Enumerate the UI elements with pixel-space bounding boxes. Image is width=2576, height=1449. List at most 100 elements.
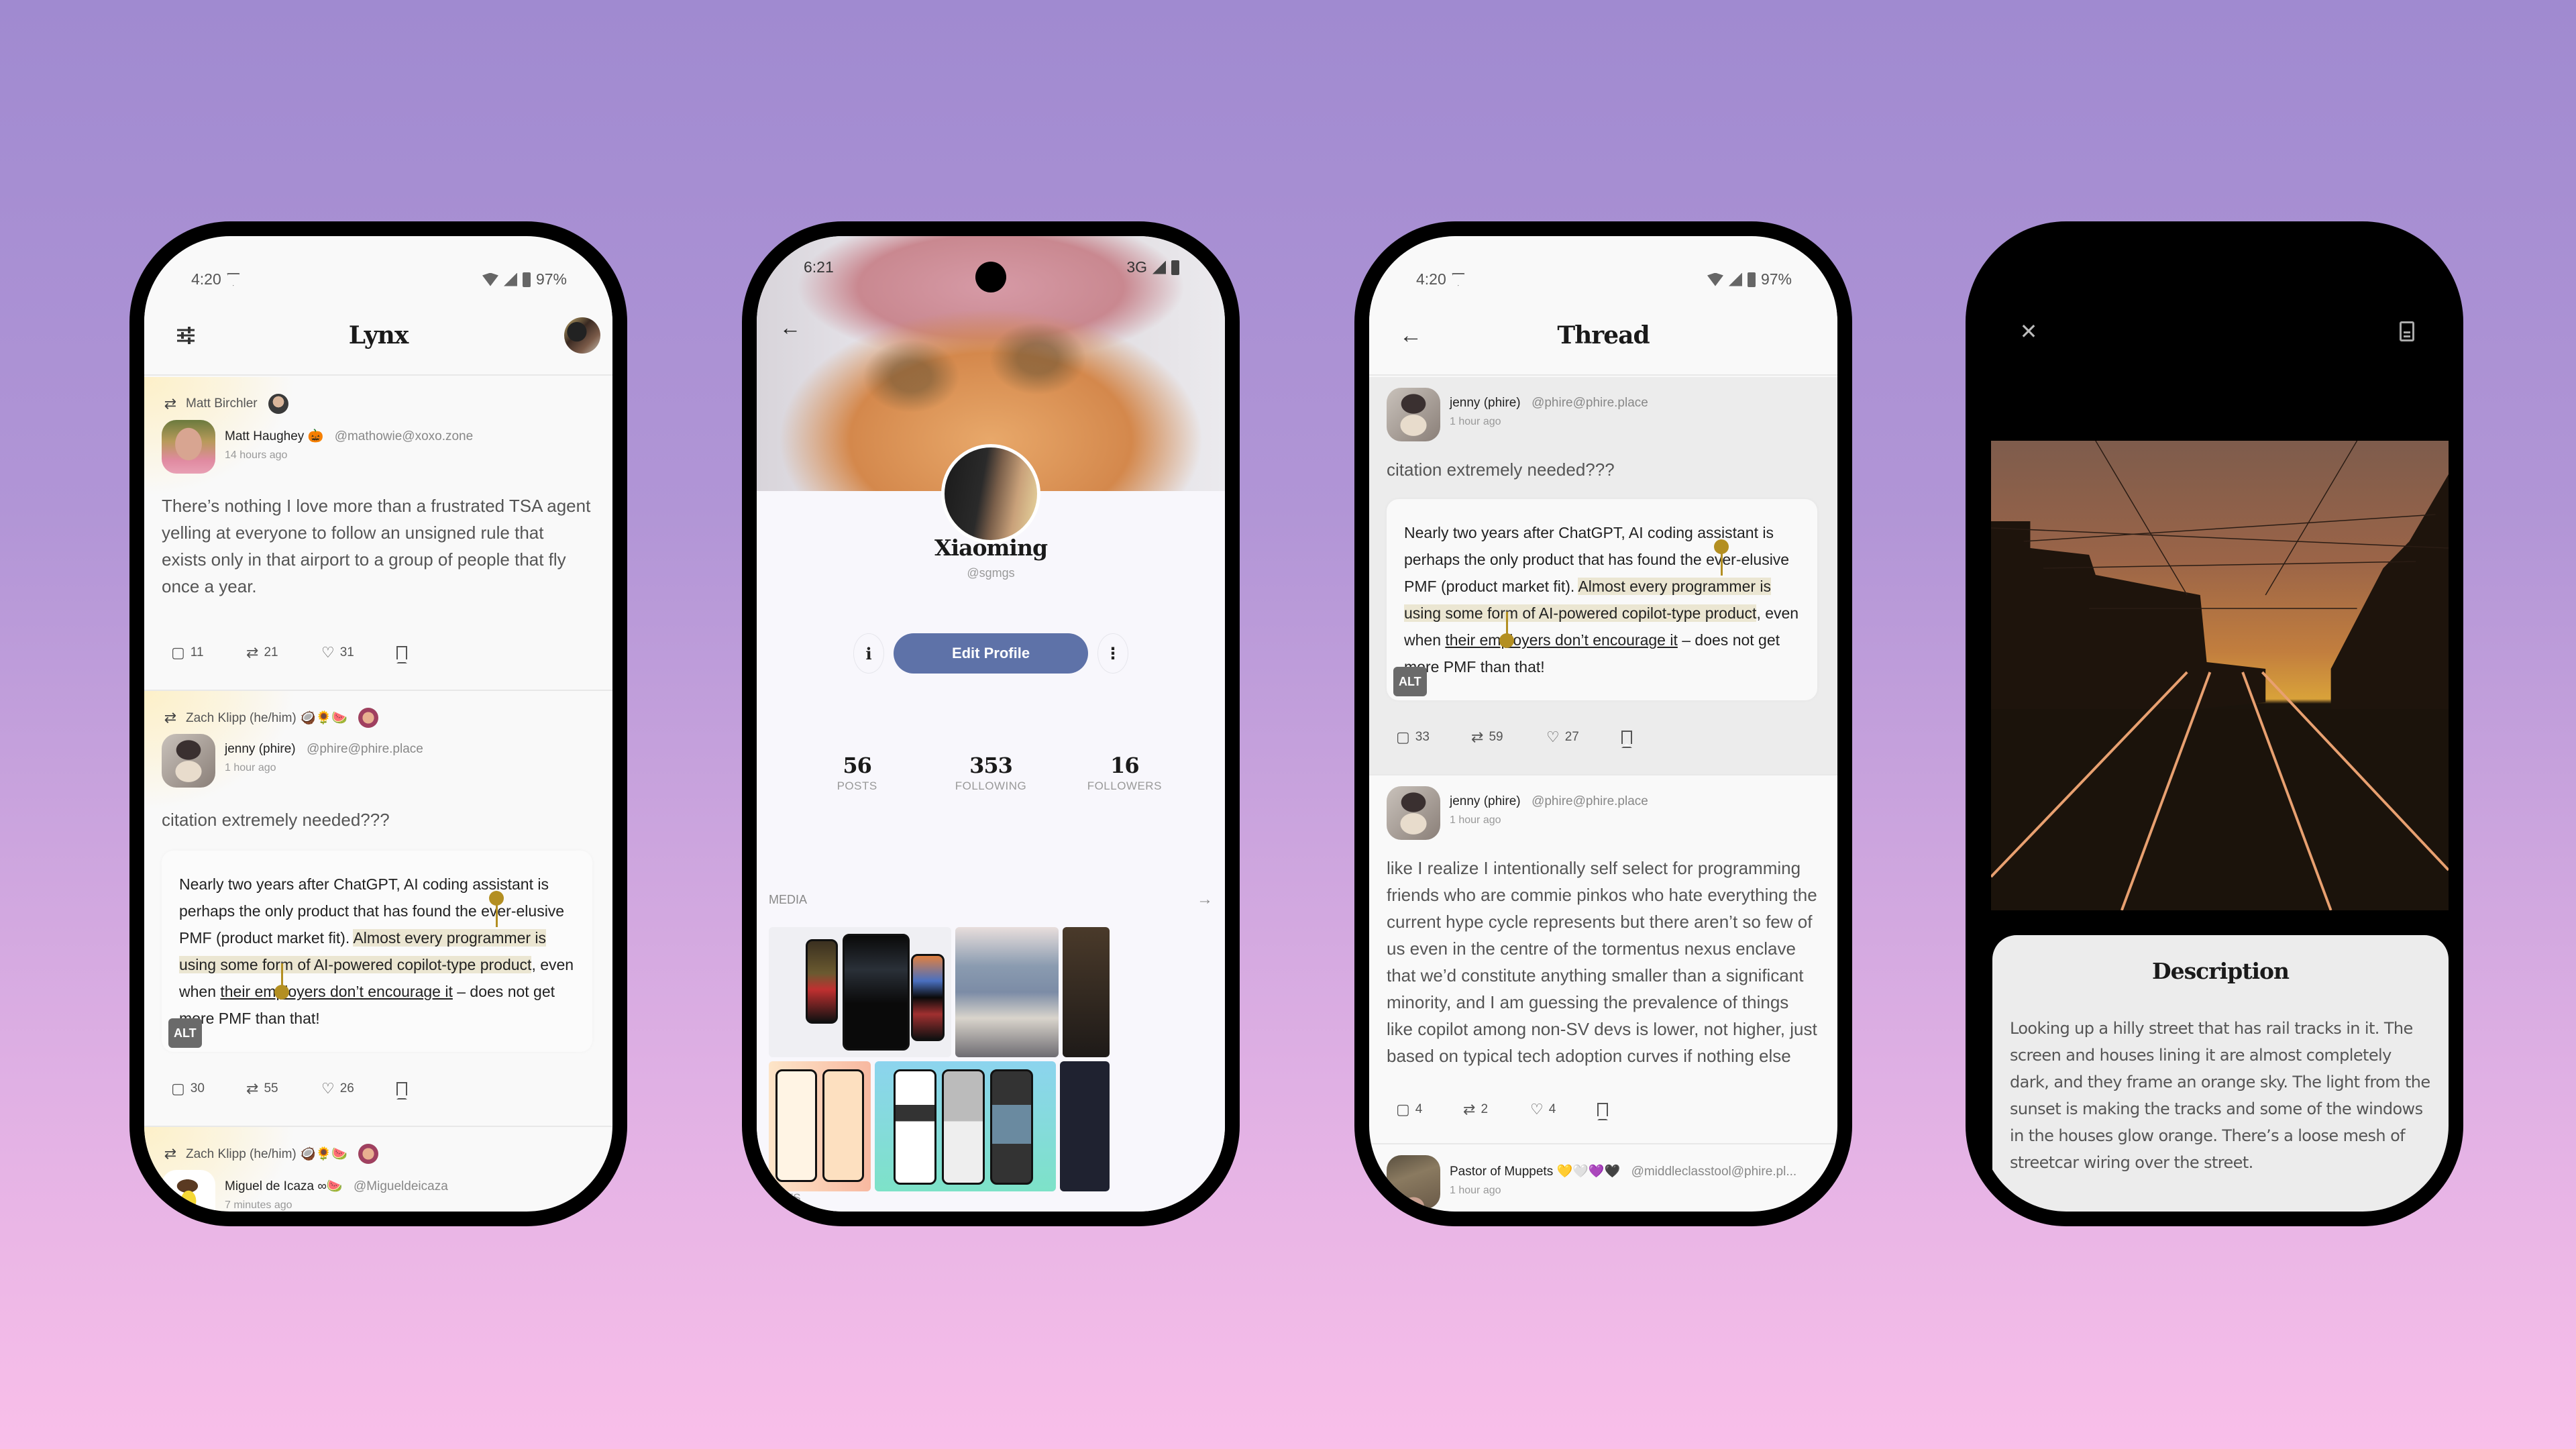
booster-avatar[interactable] [358,1144,378,1164]
bookmark-button[interactable] [1597,1103,1672,1120]
reply-button[interactable]: ▢ 4 [1396,1101,1463,1118]
thumbnail-phone [990,1069,1033,1185]
stat-posts[interactable]: 56 POSTS [797,753,918,793]
boost-button[interactable]: ⇄ 21 [246,644,321,661]
author-name[interactable]: jenny (phire) [225,742,296,756]
timeline[interactable]: ⇄ Matt Birchler Matt Haughey 🎃 @mathowie… [144,377,612,1212]
booster-avatar[interactable] [268,394,288,414]
author-handle[interactable]: @phire@phire.place [1532,794,1648,808]
more-options-button[interactable]: ⋮ [1097,633,1128,674]
author-avatar[interactable] [162,734,215,788]
more-vert-icon: ⋮ [1105,644,1121,663]
image-attachment[interactable]: Nearly two years after ChatGPT, AI codin… [1387,499,1817,700]
back-arrow-icon: ← [1399,322,1422,348]
selection-start-bar [496,898,498,927]
boost-button[interactable]: ⇄ 59 [1471,729,1546,746]
booster-name[interactable]: Matt Birchler [186,396,258,411]
like-button[interactable]: ♡ 27 [1546,729,1621,746]
media-thumbnail[interactable] [875,1061,1056,1191]
media-thumbnail[interactable] [769,927,951,1057]
like-count: 27 [1564,730,1579,744]
author-avatar[interactable] [162,1170,215,1212]
author-handle[interactable]: @middleclasstool@phire.pl... [1631,1165,1797,1179]
author-name[interactable]: jenny (phire) [1450,396,1521,410]
back-button[interactable]: ← [1396,321,1426,350]
alt-badge[interactable]: ALT [1393,667,1427,696]
like-button[interactable]: ♡ 4 [1530,1101,1597,1118]
media-thumbnail[interactable] [955,927,1059,1057]
author-name[interactable]: Matt Haughey 🎃 [225,429,323,443]
profile-avatar[interactable] [941,444,1040,543]
timeline-post[interactable]: ⇄ Zach Klipp (he/him) 🥥🌻🍉 jenny (phire) … [144,691,612,1127]
reply-button[interactable]: ▢ 33 [1396,729,1471,746]
author-avatar[interactable] [1387,786,1440,840]
media-thumbnail[interactable] [769,1061,871,1191]
info-icon: i [865,643,872,663]
booster-avatar[interactable] [358,708,378,728]
thread-reply[interactable]: jenny (phire) @phire@phire.place 1 hour … [1369,775,1837,1144]
media-thumbnail[interactable] [1063,927,1110,1057]
quote-link[interactable]: their employers don’t encourage it [220,983,452,1000]
stat-value: 56 [843,753,872,778]
bookmark-button[interactable] [1621,731,1697,748]
booster-name[interactable]: Zach Klipp (he/him) 🥥🌻🍉 [186,710,347,726]
reply-icon: ▢ [1396,1101,1410,1118]
heart-icon: ♡ [1530,1101,1544,1118]
edit-profile-button[interactable]: Edit Profile [894,633,1088,674]
media-image[interactable] [1991,441,2449,910]
post-timestamp: 7 minutes ago [225,1199,292,1211]
author-avatar[interactable] [1387,1155,1440,1209]
media-thumbnail[interactable] [1060,1061,1110,1191]
battery-icon [522,272,531,287]
stat-following[interactable]: 353 FOLLOWING [930,753,1051,793]
thread-list[interactable]: jenny (phire) @phire@phire.place 1 hour … [1369,377,1837,1212]
author-handle[interactable]: @phire@phire.place [307,742,423,756]
timeline-post[interactable]: ⇄ Matt Birchler Matt Haughey 🎃 @mathowie… [144,377,612,691]
account-button[interactable] [564,317,600,354]
like-button[interactable]: ♡ 26 [321,1080,396,1097]
thread-post-focused[interactable]: jenny (phire) @phire@phire.place 1 hour … [1369,377,1837,775]
thumbnail-tablet [843,934,910,1051]
author-avatar[interactable] [162,420,215,474]
image-attachment[interactable]: Nearly two years after ChatGPT, AI codin… [162,851,592,1052]
phone-feed: 4:20 97% Lynx ⇄ Matt Birchler Matt Haugh… [129,221,627,1226]
quote-link[interactable]: their employers don’t encourage it [1445,631,1677,649]
like-button[interactable]: ♡ 31 [321,644,396,661]
thread-reply[interactable]: Pastor of Muppets 💛🤍💜🖤 @middleclasstool@… [1369,1144,1837,1209]
booster-name[interactable]: Zach Klipp (he/him) 🥥🌻🍉 [186,1146,347,1162]
like-count: 31 [339,645,354,659]
boosted-by: ⇄ Zach Klipp (he/him) 🥥🌻🍉 [162,1139,592,1169]
app-bar: Lynx [144,297,612,376]
timeline-post[interactable]: ⇄ Zach Klipp (he/him) 🥥🌻🍉 Miguel de Icaz… [144,1127,612,1212]
reply-count: 11 [190,645,204,659]
info-button[interactable]: i [853,633,884,674]
boost-button[interactable]: ⇄ 55 [246,1080,321,1097]
author-name[interactable]: jenny (phire) [1450,794,1521,808]
author-handle[interactable]: @Migueldeicaza [354,1179,448,1193]
close-button[interactable]: ✕ [2014,317,2043,346]
media-viewer-screen: ✕ Description Looking up a hilly street … [1980,236,2449,1212]
media-see-all-arrow-icon[interactable]: → [1197,890,1213,909]
boost-icon: ⇄ [164,1145,177,1162]
boost-button[interactable]: ⇄ 2 [1463,1101,1530,1118]
bookmark-button[interactable] [396,1082,472,1099]
bookmark-button[interactable] [396,646,472,663]
alt-badge[interactable]: ALT [168,1018,202,1048]
selection-end-handle[interactable] [1499,633,1514,648]
author-name[interactable]: Miguel de Icaza ∞🍉 [225,1179,343,1193]
stat-followers[interactable]: 16 FOLLOWERS [1064,753,1185,793]
filter-button[interactable] [171,321,201,350]
reply-button[interactable]: ▢ 11 [171,644,246,661]
boost-icon: ⇄ [1471,729,1484,745]
author-handle[interactable]: @mathowie@xoxo.zone [335,429,474,443]
back-button[interactable]: ← [773,310,808,345]
reply-button[interactable]: ▢ 30 [171,1080,246,1097]
author-name[interactable]: Pastor of Muppets 💛🤍💜🖤 [1450,1165,1620,1179]
author-avatar[interactable] [1387,388,1440,441]
show-description-button[interactable] [2392,317,2422,346]
author-handle[interactable]: @phire@phire.place [1532,396,1648,410]
selection-end-handle[interactable] [274,985,289,1000]
description-title: Description [2151,958,2290,984]
status-time: 4:20 [191,270,221,288]
description-text: Looking up a hilly street that has rail … [2010,1019,2430,1172]
